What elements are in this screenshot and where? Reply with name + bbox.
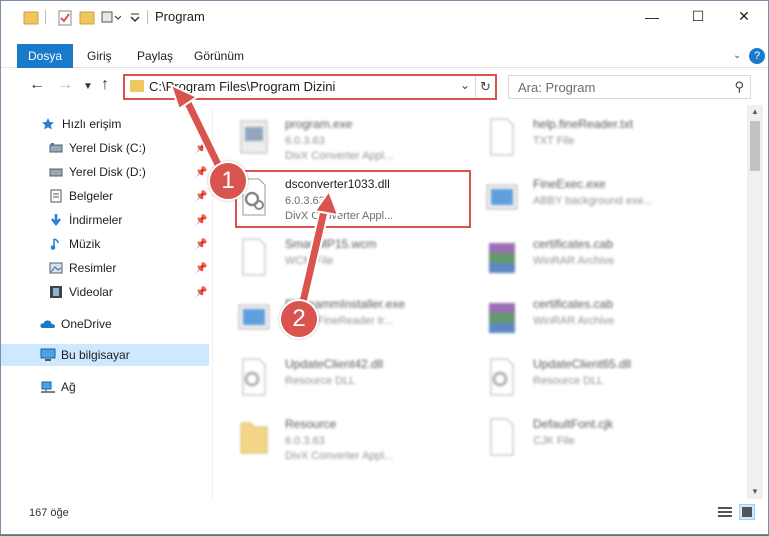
callout-badge-1: 1 xyxy=(208,161,248,201)
annotation-arrows xyxy=(169,83,340,325)
explorer-window: Program — ☐ ✕ Dosya Giriş Paylaş Görünüm… xyxy=(0,0,769,535)
callout-badge-2: 2 xyxy=(279,299,319,339)
